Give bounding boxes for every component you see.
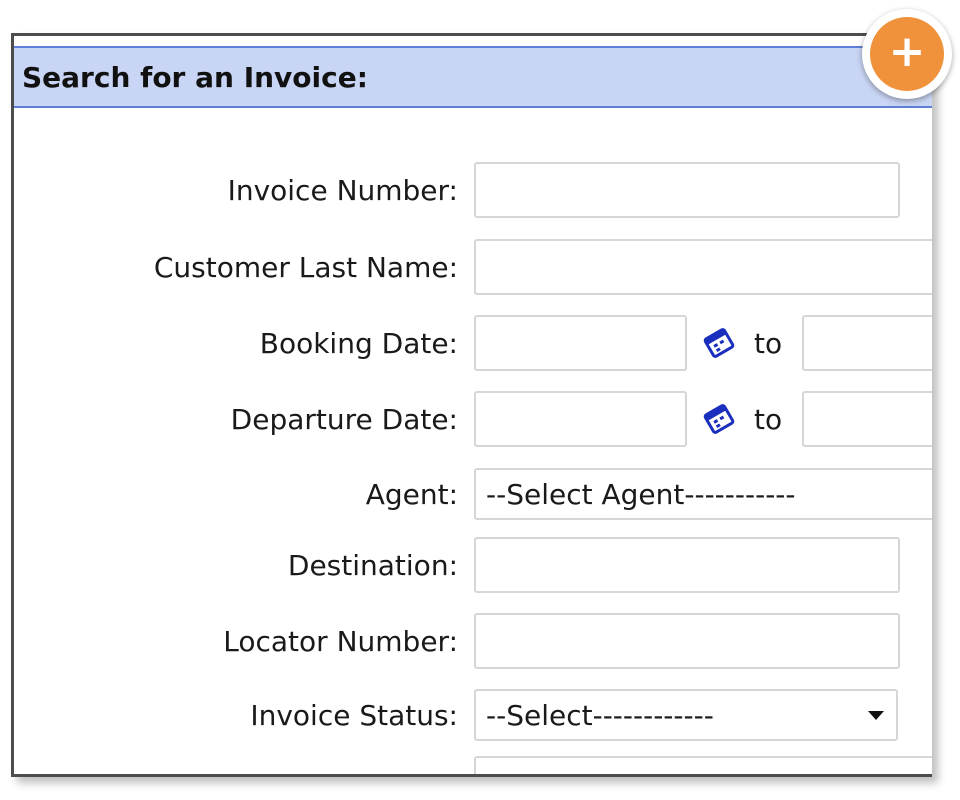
plus-symbol: + — [888, 26, 926, 77]
booking-date-to-label: to — [754, 327, 783, 360]
agent-label: Agent: — [365, 478, 458, 511]
locator-number-label: Locator Number: — [223, 625, 458, 658]
departure-date-to-input[interactable] — [802, 391, 932, 447]
chevron-down-icon — [868, 711, 884, 720]
plus-icon: + — [870, 17, 944, 91]
next-field-input[interactable] — [474, 756, 932, 774]
departure-date-from-input[interactable] — [474, 391, 687, 447]
booking-date-from-input[interactable] — [474, 315, 687, 371]
destination-input[interactable] — [474, 537, 900, 593]
booking-date-to-input[interactable] — [802, 315, 932, 371]
invoice-search-panel: Search for an Invoice: Invoice Number: C… — [11, 33, 932, 777]
departure-date-to-label: to — [754, 403, 783, 436]
invoice-number-input[interactable] — [474, 162, 900, 218]
booking-date-label: Booking Date: — [259, 327, 458, 360]
invoice-status-label: Invoice Status: — [250, 699, 458, 732]
customer-last-name-input[interactable] — [474, 239, 932, 295]
calendar-icon[interactable] — [701, 325, 737, 361]
invoice-number-label: Invoice Number: — [227, 174, 458, 207]
locator-number-input[interactable] — [474, 613, 900, 669]
agent-select[interactable]: --Select Agent----------- — [474, 468, 932, 520]
invoice-status-selected-value: --Select------------ — [486, 699, 714, 732]
panel-title: Search for an Invoice: — [22, 61, 368, 94]
invoice-status-select[interactable]: --Select------------ — [474, 689, 898, 741]
agent-selected-value: --Select Agent----------- — [486, 478, 796, 511]
departure-date-label: Departure Date: — [230, 403, 458, 436]
calendar-icon[interactable] — [701, 401, 737, 437]
customer-last-name-label: Customer Last Name: — [153, 251, 458, 284]
destination-label: Destination: — [287, 549, 458, 582]
add-button[interactable]: + — [862, 9, 952, 99]
panel-header: Search for an Invoice: — [14, 46, 932, 108]
